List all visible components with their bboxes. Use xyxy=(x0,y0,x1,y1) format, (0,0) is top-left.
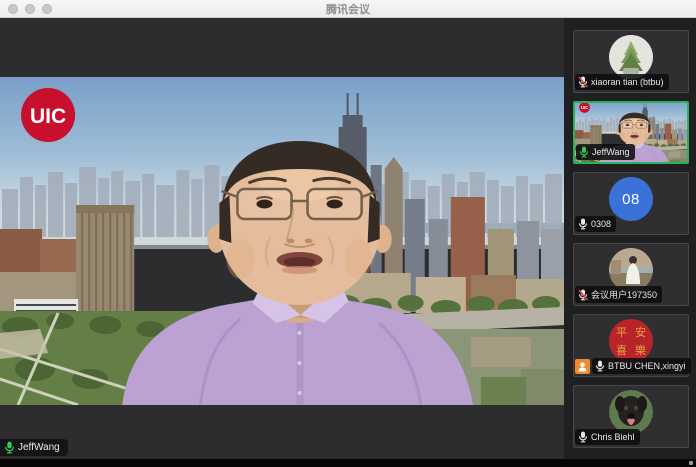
traffic-lights xyxy=(8,4,52,14)
participant-tile-jeffwang[interactable]: JeffWang xyxy=(573,101,689,164)
mic-icon xyxy=(578,431,588,443)
mic-muted-icon xyxy=(578,76,588,88)
mic-on-icon xyxy=(4,441,15,454)
titlebar: 腾讯会议 xyxy=(0,0,696,18)
participant-tile-meeting-user-197350[interactable]: 会议用户197350 xyxy=(573,243,689,306)
person-icon xyxy=(577,361,588,372)
main-video-feed xyxy=(0,77,564,405)
participant-tile-xiaoran-tian[interactable]: xiaoran tian (btbu) xyxy=(573,30,689,93)
minimize-button[interactable] xyxy=(25,4,35,14)
participant-label: BTBU CHEN,xingyi xyxy=(592,358,691,374)
avatar-blue-initials: 08 xyxy=(609,177,653,221)
mic-icon xyxy=(578,218,588,230)
participant-label: xiaoran tian (btbu) xyxy=(575,74,669,90)
participant-label: 0308 xyxy=(575,216,616,232)
participant-tile-chris-biehl[interactable]: Chris Biehl xyxy=(573,385,689,448)
host-badge-icon xyxy=(575,359,590,374)
main-video-name: JeffWang xyxy=(18,442,60,453)
zoom-button[interactable] xyxy=(42,4,52,14)
avatar-red-calligraphy: 平 安 喜 樂 xyxy=(609,319,653,363)
close-button[interactable] xyxy=(8,4,18,14)
avatar-plant-photo xyxy=(609,35,653,79)
meeting-window: 腾讯会议 JeffWang xyxy=(0,0,696,467)
resize-handle[interactable] xyxy=(689,461,693,465)
plant-avatar-graphic xyxy=(609,35,653,79)
participants-sidebar[interactable]: xiaoran tian (btbu) JeffWang 08 0308 xyxy=(564,18,696,459)
mic-on-icon xyxy=(579,146,589,158)
mic-icon xyxy=(595,360,605,372)
participant-label: 会议用户197350 xyxy=(575,286,662,303)
window-title: 腾讯会议 xyxy=(0,1,696,17)
participant-label: JeffWang xyxy=(576,144,635,160)
dog-avatar-graphic xyxy=(609,390,653,434)
main-video-stage[interactable]: JeffWang xyxy=(0,18,564,459)
bottom-bar xyxy=(0,459,696,467)
participant-tile-0308[interactable]: 08 0308 xyxy=(573,172,689,235)
avatar-dog-photo xyxy=(609,390,653,434)
participant-label: Chris Biehl xyxy=(575,429,640,445)
mic-muted-icon xyxy=(578,289,588,301)
participant-label-row: BTBU CHEN,xingyi xyxy=(575,358,691,374)
participant-tile-btbu-chen-xingyi[interactable]: 平 安 喜 樂 BTBU CHEN,xingyi xyxy=(573,314,689,377)
main-video-nameplate: JeffWang xyxy=(0,439,68,456)
